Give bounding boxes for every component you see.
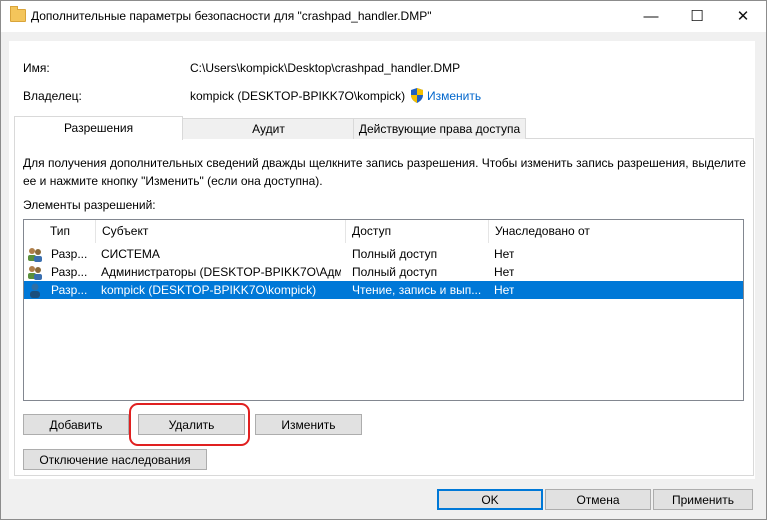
- close-button[interactable]: ✕: [720, 1, 766, 32]
- row-subject: kompick (DESKTOP-BPIKK7O\kompick): [101, 283, 317, 297]
- minimize-button[interactable]: —: [628, 1, 674, 32]
- column-header-subject[interactable]: Субъект: [96, 220, 346, 243]
- owner-value: kompick (DESKTOP-BPIKK7O\kompick): [190, 89, 406, 103]
- row-access: Полный доступ: [352, 265, 438, 279]
- folder-icon: [10, 6, 26, 22]
- description-line-1: Для получения дополнительных сведений дв…: [23, 156, 746, 170]
- table-row[interactable]: Разр... Администраторы (DESKTOP-BPIKK7O\…: [24, 263, 743, 281]
- row-type: Разр...: [51, 283, 88, 297]
- permission-entries-label: Элементы разрешений:: [23, 198, 156, 212]
- row-inherited: Нет: [494, 283, 515, 297]
- row-access: Чтение, запись и вып...: [352, 283, 482, 297]
- owner-change-link[interactable]: Изменить: [427, 89, 481, 103]
- title-bar[interactable]: Дополнительные параметры безопасности дл…: [1, 1, 766, 32]
- add-button[interactable]: Добавить: [23, 414, 129, 435]
- users-icon: [28, 266, 42, 280]
- column-header-type[interactable]: Тип: [44, 220, 96, 243]
- tab-audit[interactable]: Аудит: [182, 118, 355, 139]
- name-label: Имя:: [23, 61, 50, 75]
- edit-button[interactable]: Изменить: [255, 414, 362, 435]
- row-access: Полный доступ: [352, 247, 438, 261]
- row-subject: Администраторы (DESKTOP-BPIKK7O\Адм...: [101, 265, 341, 279]
- name-value: C:\Users\kompick\Desktop\crashpad_handle…: [190, 61, 461, 75]
- disable-inheritance-button[interactable]: Отключение наследования: [23, 449, 207, 470]
- owner-label: Владелец:: [23, 89, 82, 103]
- cancel-button[interactable]: Отмена: [545, 489, 651, 510]
- uac-shield-icon: [411, 88, 423, 103]
- row-inherited: Нет: [494, 265, 515, 279]
- table-row[interactable]: Разр... СИСТЕМА Полный доступ Нет: [24, 245, 743, 263]
- permissions-list[interactable]: Тип Субъект Доступ Унаследовано от Разр.…: [23, 219, 744, 401]
- row-inherited: Нет: [494, 247, 515, 261]
- users-icon: [28, 248, 42, 262]
- column-header-inherited[interactable]: Унаследовано от: [489, 220, 743, 243]
- table-row-selected[interactable]: Разр... kompick (DESKTOP-BPIKK7O\kompick…: [24, 281, 743, 299]
- maximize-button[interactable]: ☐: [674, 1, 720, 32]
- tab-effective-access[interactable]: Действующие права доступа: [353, 118, 526, 139]
- row-subject: СИСТЕМА: [101, 247, 160, 261]
- row-type: Разр...: [51, 247, 88, 261]
- tab-permissions[interactable]: Разрешения: [14, 116, 183, 140]
- row-type: Разр...: [51, 265, 88, 279]
- delete-button-highlight-ring: [129, 403, 250, 446]
- window-title: Дополнительные параметры безопасности дл…: [31, 9, 432, 23]
- column-header-access[interactable]: Доступ: [346, 220, 489, 243]
- ok-button[interactable]: OK: [437, 489, 543, 510]
- user-icon: [30, 283, 40, 298]
- description-line-2: ее и нажмите кнопку "Изменить" (если она…: [23, 174, 323, 188]
- apply-button[interactable]: Применить: [653, 489, 753, 510]
